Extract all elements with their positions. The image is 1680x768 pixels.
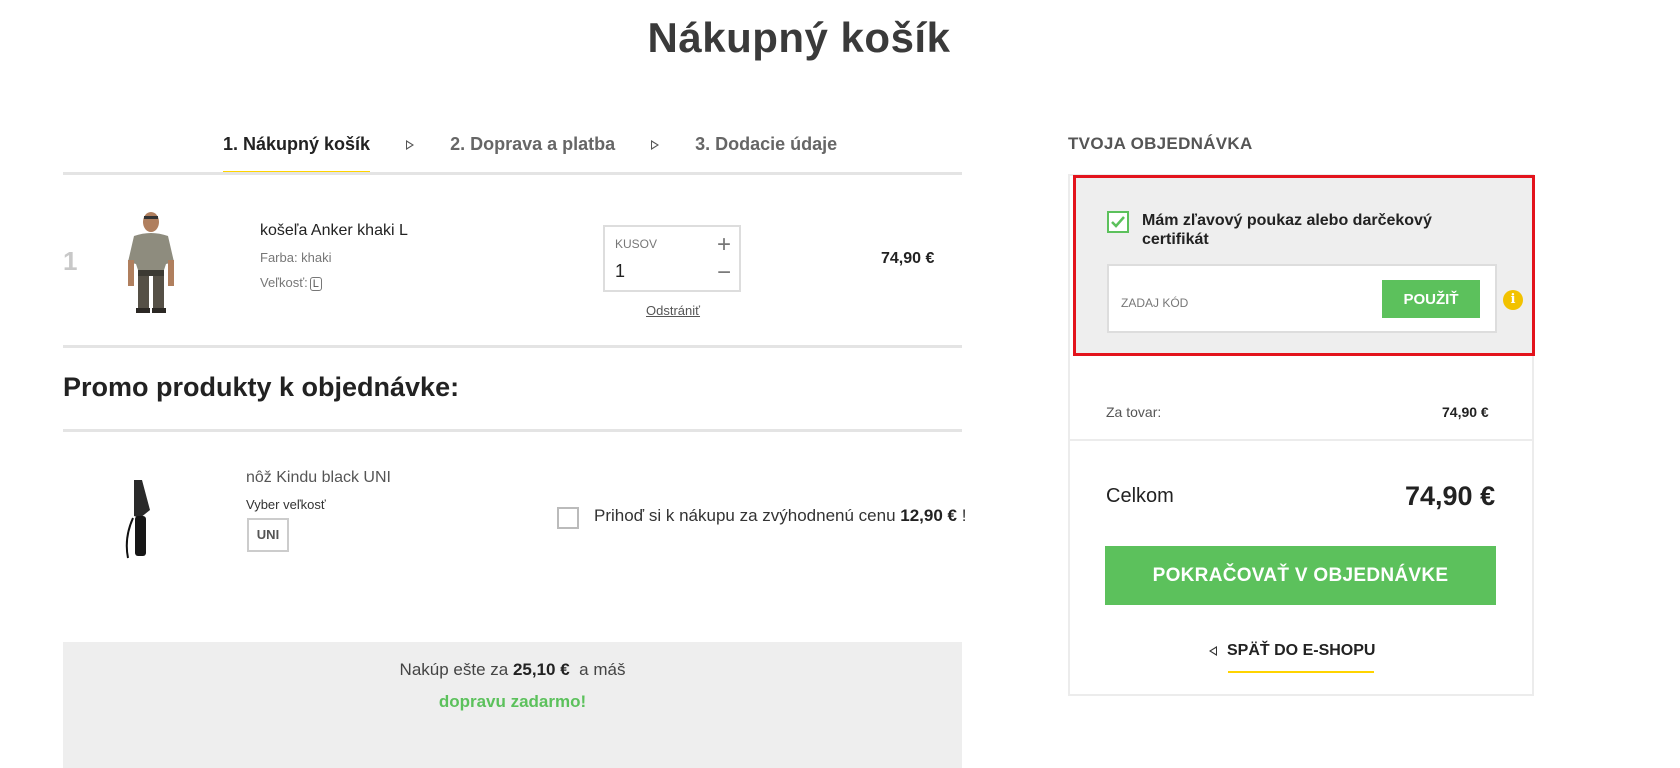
promo-product-image[interactable] [120, 478, 156, 560]
step-arrow-icon [651, 139, 660, 150]
check-icon [1111, 216, 1125, 228]
voucher-checkbox[interactable] [1107, 211, 1129, 233]
step-arrow-icon [406, 139, 415, 150]
free-shipping-amount: 25,10 € [512, 660, 570, 679]
free-shipping-text: dopravu zadarmo! [438, 692, 587, 711]
free-shipping-banner: Nakúp ešte za 25,10 € a máš dopravu zada… [63, 642, 962, 768]
remove-item-link[interactable]: Odstrániť [646, 303, 700, 318]
promo-divider [63, 429, 962, 432]
total-label: Celkom [1106, 485, 1174, 507]
promo-offer-suffix: ! [961, 506, 967, 525]
item-name[interactable]: košeľa Anker khaki L [260, 222, 408, 240]
quantity-label: KUSOV [615, 237, 658, 251]
product-image[interactable] [118, 210, 184, 314]
voucher-code-field: POUŽIŤ [1107, 264, 1497, 333]
item-size-label: Veľkosť: [260, 275, 308, 290]
steps-divider [63, 172, 962, 175]
voucher-section: Mám zľavový poukaz alebo darčekový certi… [1073, 175, 1535, 356]
order-heading: TVOJA OBJEDNÁVKA [1068, 134, 1253, 153]
step-cart[interactable]: 1. Nákupný košík [223, 134, 371, 175]
subtotal-value: 74,90 € [1442, 404, 1489, 420]
promo-size-option[interactable]: UNI [247, 518, 289, 552]
item-divider [63, 345, 962, 348]
item-color: Farba: khaki [260, 250, 332, 265]
summary-divider [1070, 439, 1532, 441]
item-price: 74,90 € [881, 250, 935, 267]
back-arrow-icon [1209, 646, 1217, 656]
promo-offer-label: Prihoď si k nákupu za zvýhodnenú cenu [594, 506, 896, 525]
total-value: 74,90 € [1405, 481, 1496, 511]
item-size: Veľkosť: L [260, 275, 322, 291]
plus-icon[interactable]: + [717, 233, 731, 257]
info-icon[interactable]: i [1503, 290, 1523, 310]
promo-offer-price: 12,90 € [900, 506, 957, 525]
item-size-value: L [309, 277, 322, 291]
promo-offer-text: Prihoď si k nákupu za zvýhodnenú cenu 12… [594, 506, 966, 526]
back-to-shop-link[interactable]: SPÄŤ DO E-SHOPU [1209, 642, 1375, 660]
minus-icon[interactable]: − [717, 261, 731, 285]
step-shipping-payment[interactable]: 2. Doprava a platba [450, 134, 615, 169]
subtotal-label: Za tovar: [1106, 404, 1162, 420]
voucher-code-input[interactable] [1109, 266, 1369, 331]
free-shipping-suffix: a máš [579, 660, 626, 679]
checkout-steps: 1. Nákupný košík 2. Doprava a platba 3. … [223, 134, 837, 175]
back-link-underline [1228, 671, 1374, 673]
page-title: Nákupný košík [647, 14, 951, 61]
quantity-stepper: KUSOV 1 + − [603, 225, 741, 292]
free-shipping-prefix: Nakúp ešte za [399, 660, 509, 679]
promo-size-label: Vyber veľkosť [246, 497, 326, 512]
apply-voucher-button[interactable]: POUŽIŤ [1382, 280, 1480, 318]
quantity-input[interactable]: 1 [615, 261, 625, 282]
back-to-shop-label: SPÄŤ DO E-SHOPU [1227, 642, 1376, 659]
free-shipping-remaining: Nakúp ešte za 25,10 € a máš [63, 660, 962, 680]
continue-order-button[interactable]: POKRAČOVAŤ V OBJEDNÁVKE [1105, 546, 1496, 605]
promo-product-name[interactable]: nôž Kindu black UNI [246, 469, 391, 487]
promo-heading: Promo produkty k objednávke: [63, 372, 460, 402]
voucher-label[interactable]: Mám zľavový poukaz alebo darčekový certi… [1142, 211, 1482, 249]
promo-add-checkbox[interactable] [557, 507, 579, 529]
step-delivery-details[interactable]: 3. Dodacie údaje [695, 134, 837, 169]
item-index: 1 [63, 246, 78, 276]
